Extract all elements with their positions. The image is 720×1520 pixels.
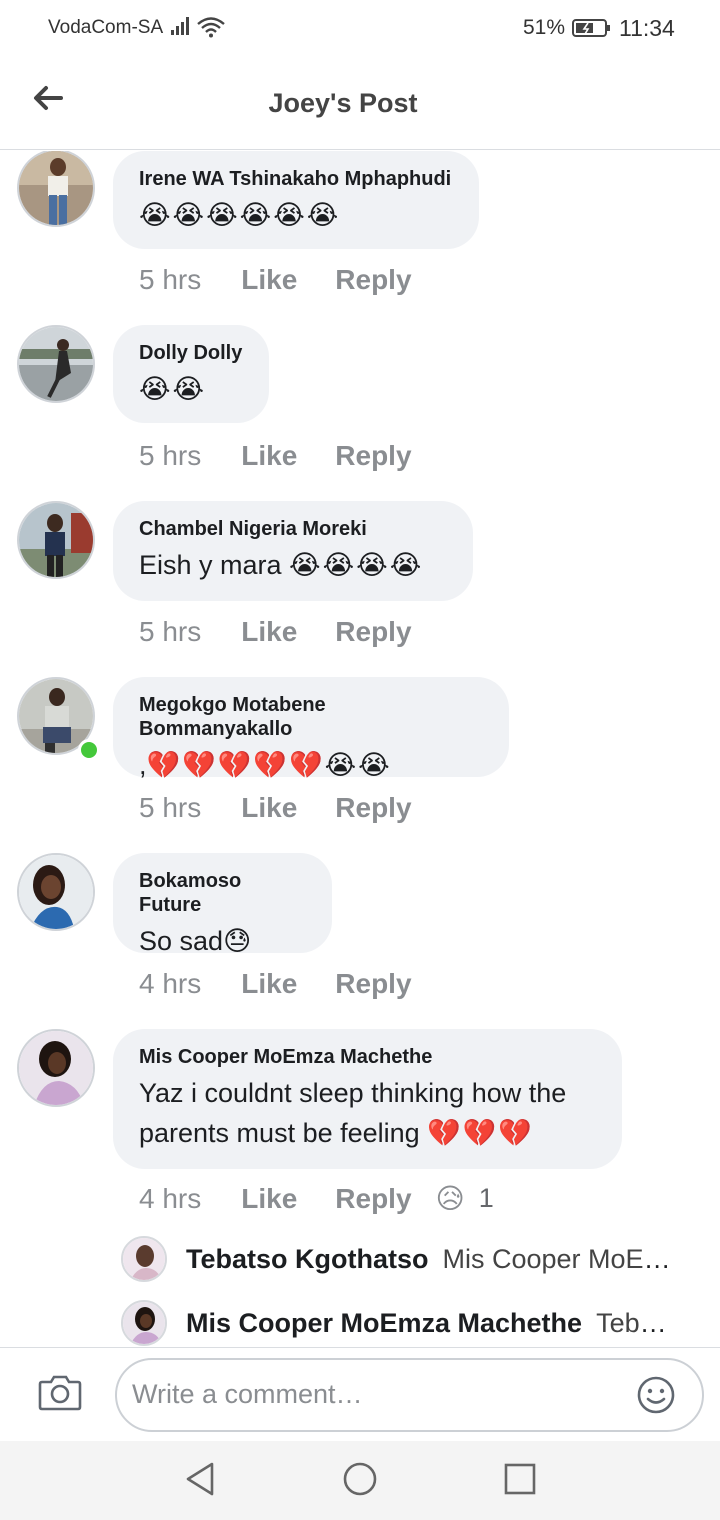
page-title: Joey's Post [268,88,418,118]
comment-time[interactable]: 4 hrs [139,968,201,1000]
comment-time[interactable]: 5 hrs [139,616,201,648]
wifi-icon [197,17,225,38]
sad-reaction-icon: 😥 [435,1183,465,1214]
comment-composer: Write a comment… [0,1347,720,1441]
comment-author[interactable]: Chambel Nigeria Moreki [139,517,447,541]
system-nav-bar [0,1441,720,1520]
comment-actions: 5 hrs Like Reply [139,440,412,472]
comment-emoji: 💔💔💔💔💔😭😭 [146,750,392,780]
battery-percent: 51% [523,16,566,39]
smiley-icon[interactable] [636,1375,676,1415]
avatar[interactable] [17,1029,95,1107]
comment-actions: 5 hrs Like Reply [139,264,412,296]
comment-bubble[interactable]: Chambel Nigeria Moreki Eish y mara 😭😭😭😭 [113,501,473,601]
comment-emoji: 💔💔💔 [427,1118,535,1148]
nav-home-icon[interactable] [342,1461,378,1497]
reply-preview: Mis Cooper MoEmza Machethe Tebatso Kgotha… [186,1308,676,1339]
nav-back-icon[interactable] [184,1461,216,1497]
reply-button[interactable]: Reply [335,440,411,472]
signal-icon [171,17,189,35]
avatar[interactable] [121,1300,167,1346]
comment-time[interactable]: 5 hrs [139,264,201,296]
reply-author[interactable]: Mis Cooper MoEmza Machethe [186,1308,582,1338]
comment-bubble[interactable]: Mis Cooper MoEmza Machethe Yaz i couldnt… [113,1029,622,1169]
avatar[interactable] [17,501,95,579]
comment-input[interactable]: Write a comment… [115,1358,704,1432]
reaction-summary[interactable]: 😥 1 [436,1182,494,1215]
like-button[interactable]: Like [241,968,297,1000]
comment-actions: 4 hrs Like Reply [139,968,412,1000]
comment-author[interactable]: Irene WA Tshinakaho Mphaphudi [139,167,453,191]
avatar[interactable] [121,1236,167,1282]
comment-text: Eish y mara [139,550,290,580]
comment-author[interactable]: Megokgo Motabene Bommanyakallo [139,693,483,741]
reply-item[interactable]: Tebatso Kgothatso Mis Cooper MoEmza Mache… [0,1236,720,1284]
comment-text: , [139,750,147,780]
reply-button[interactable]: Reply [335,1183,411,1215]
comment-emoji: 😭😭 [139,374,207,404]
comment-time[interactable]: 5 hrs [139,792,201,824]
comment-bubble[interactable]: Irene WA Tshinakaho Mphaphudi 😭😭😭😭😭😭 [113,151,479,249]
status-bar: VodaCom-SA 51% 11:34 [0,0,720,56]
comment-actions: 5 hrs Like Reply [139,616,412,648]
reply-button[interactable]: Reply [335,968,411,1000]
carrier-name: VodaCom-SA [48,17,164,38]
comment-time[interactable]: 5 hrs [139,440,201,472]
avatar[interactable] [17,151,95,227]
avatar[interactable] [17,325,95,403]
comment-emoji: 😓 [223,926,254,956]
reply-button[interactable]: Reply [335,792,411,824]
like-button[interactable]: Like [241,1183,297,1215]
comment-emoji: 😭😭😭😭😭😭 [139,200,341,230]
comment-author[interactable]: Dolly Dolly [139,341,243,365]
like-button[interactable]: Like [241,792,297,824]
comment-emoji: 😭😭😭😭 [289,550,424,580]
camera-icon[interactable] [38,1372,82,1412]
online-status-dot [78,739,100,761]
reply-preview: Tebatso Kgothatso Mis Cooper MoEmza Mache… [186,1244,676,1275]
comment-actions: 4 hrs Like Reply 😥 1 [139,1182,494,1215]
comment-text: So sad [139,926,224,956]
post-header: Joey's Post [0,56,720,150]
battery-icon [572,19,610,37]
comment-actions: 5 hrs Like Reply [139,792,412,824]
comment-bubble[interactable]: Megokgo Motabene Bommanyakallo ,💔💔💔💔💔😭😭 [113,677,509,780]
reply-button[interactable]: Reply [335,616,411,648]
comment-bubble[interactable]: Bokamoso Future So sad😓 [113,853,332,956]
nav-recents-icon[interactable] [504,1463,536,1495]
comment-input-placeholder: Write a comment… [132,1379,363,1409]
reply-author[interactable]: Tebatso Kgothatso [186,1244,429,1274]
like-button[interactable]: Like [241,616,297,648]
reply-item[interactable]: Mis Cooper MoEmza Machethe Tebatso Kgotha… [0,1300,720,1347]
comment-author[interactable]: Bokamoso Future [139,869,306,917]
comment-time[interactable]: 4 hrs [139,1183,201,1215]
comment-author[interactable]: Mis Cooper MoEmza Machethe [139,1045,596,1069]
reply-text: Tebatso Kgothatso [596,1308,676,1338]
like-button[interactable]: Like [241,264,297,296]
reaction-count: 1 [478,1183,494,1213]
comment-bubble[interactable]: Dolly Dolly 😭😭 [113,325,269,423]
like-button[interactable]: Like [241,440,297,472]
reply-button[interactable]: Reply [335,264,411,296]
clock: 11:34 [619,15,675,41]
reply-text: Mis Cooper MoEmza Machethe [442,1244,677,1274]
avatar[interactable] [17,853,95,931]
comments-list[interactable]: Irene WA Tshinakaho Mphaphudi 😭😭😭😭😭😭 5 h… [0,151,720,1347]
